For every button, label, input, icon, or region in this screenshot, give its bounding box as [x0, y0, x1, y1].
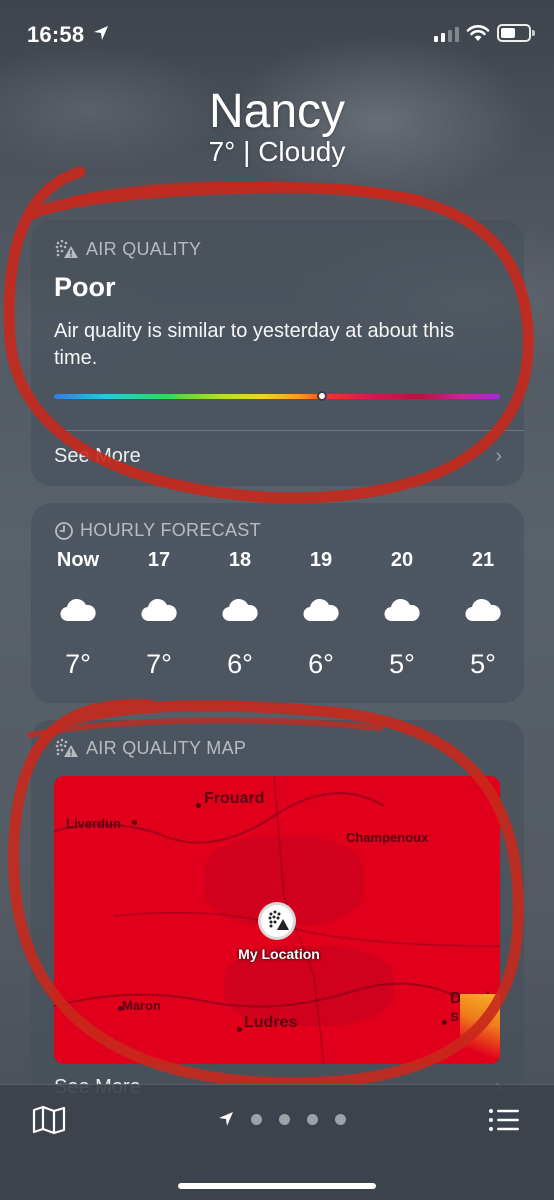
- location-arrow-icon[interactable]: [218, 1111, 234, 1127]
- air-quality-level: Poor: [54, 272, 116, 302]
- my-location-pin[interactable]: [258, 902, 296, 940]
- hourly-temp: 7°: [146, 649, 172, 679]
- air-quality-scale-bar: [54, 394, 500, 399]
- air-quality-header: AIR QUALITY: [54, 238, 201, 260]
- hourly-time: 21: [471, 549, 495, 571]
- city-name: Nancy: [208, 85, 346, 138]
- hourly-time: 19: [309, 549, 333, 571]
- hourly-temp: 5°: [389, 649, 415, 679]
- air-quality-icon: [55, 239, 78, 258]
- hourly-time: 18: [228, 549, 252, 571]
- cloud-icon: [205, 597, 275, 635]
- hourly-forecast-card: HOURLY FORECAST Now 7° 17 7° 18 6° 19 6° 20 5° 21 5…: [31, 503, 524, 703]
- page-dot[interactable]: [279, 1113, 290, 1125]
- hourly-temp: 6°: [308, 649, 334, 679]
- cloud-icon: [43, 597, 113, 635]
- map-label-champenoux: Champenoux: [346, 830, 429, 845]
- battery-icon: [497, 24, 535, 42]
- cloud-icon: [286, 597, 356, 635]
- map-low-pollution-area: [460, 994, 500, 1064]
- page-indicator[interactable]: [218, 1111, 346, 1127]
- map-icon[interactable]: [32, 1105, 66, 1135]
- hourly-time: 20: [390, 549, 414, 571]
- hourly-item: 18 6°: [205, 549, 275, 680]
- page-dot[interactable]: [307, 1113, 318, 1125]
- map-label-liverdun: Liverdun: [66, 816, 121, 831]
- air-quality-map[interactable]: Frouard Liverdun Champenoux Maron Ludres…: [54, 776, 500, 1064]
- hourly-item: 19 6°: [286, 549, 356, 680]
- list-icon[interactable]: [488, 1107, 520, 1133]
- clock-icon: [55, 521, 73, 540]
- air-quality-indicator: [316, 391, 327, 401]
- air-quality-card[interactable]: AIR QUALITY Poor Air quality is similar …: [31, 220, 524, 486]
- hourly-item: 20 5°: [367, 549, 437, 680]
- location-arrow-icon: [94, 26, 108, 40]
- cloud-icon: [124, 597, 194, 635]
- hourly-temp: 5°: [470, 649, 496, 679]
- wifi-icon: [466, 25, 490, 41]
- air-quality-see-more[interactable]: See More: [54, 445, 141, 468]
- page-dot[interactable]: [251, 1113, 262, 1125]
- air-quality-icon: [55, 738, 78, 757]
- map-label-frouard: Frouard: [204, 790, 265, 807]
- status-bar: 16:58: [0, 0, 554, 70]
- chevron-right-icon[interactable]: ›: [495, 445, 502, 468]
- map-label-ludres: Ludres: [244, 1014, 298, 1031]
- hourly-temp: 6°: [227, 649, 253, 679]
- air-quality-header-label: AIR QUALITY: [86, 238, 202, 259]
- map-label-maron: Maron: [122, 998, 161, 1013]
- air-quality-icon: [268, 910, 289, 930]
- card-divider: [54, 430, 524, 431]
- air-quality-map-header-label: AIR QUALITY MAP: [86, 737, 247, 758]
- hourly-time: Now: [56, 549, 100, 571]
- hourly-item: 21 5°: [448, 549, 518, 680]
- status-time: 16:58: [27, 22, 85, 47]
- hourly-time: 17: [147, 549, 171, 571]
- cloud-icon: [367, 597, 437, 635]
- current-condition: 7° | Cloudy: [208, 136, 346, 167]
- hourly-forecast-header: HOURLY FORECAST: [54, 520, 261, 541]
- air-quality-map-card[interactable]: AIR QUALITY MAP Frouard Liverdun Champen…: [31, 720, 524, 1100]
- my-location-label: My Location: [238, 946, 320, 962]
- cellular-signal-icon: [434, 26, 459, 42]
- hourly-item: 17 7°: [124, 549, 194, 680]
- home-indicator: [178, 1183, 376, 1189]
- cloud-icon: [448, 597, 518, 635]
- air-quality-map-header: AIR QUALITY MAP: [54, 737, 246, 759]
- air-quality-description: Air quality is similar to yesterday at a…: [54, 320, 455, 369]
- page-dot[interactable]: [335, 1113, 346, 1125]
- hourly-forecast-header-label: HOURLY FORECAST: [80, 520, 261, 540]
- bottom-toolbar: [0, 1084, 554, 1200]
- hourly-item: Now 7°: [43, 549, 113, 680]
- hourly-temp: 7°: [65, 649, 91, 679]
